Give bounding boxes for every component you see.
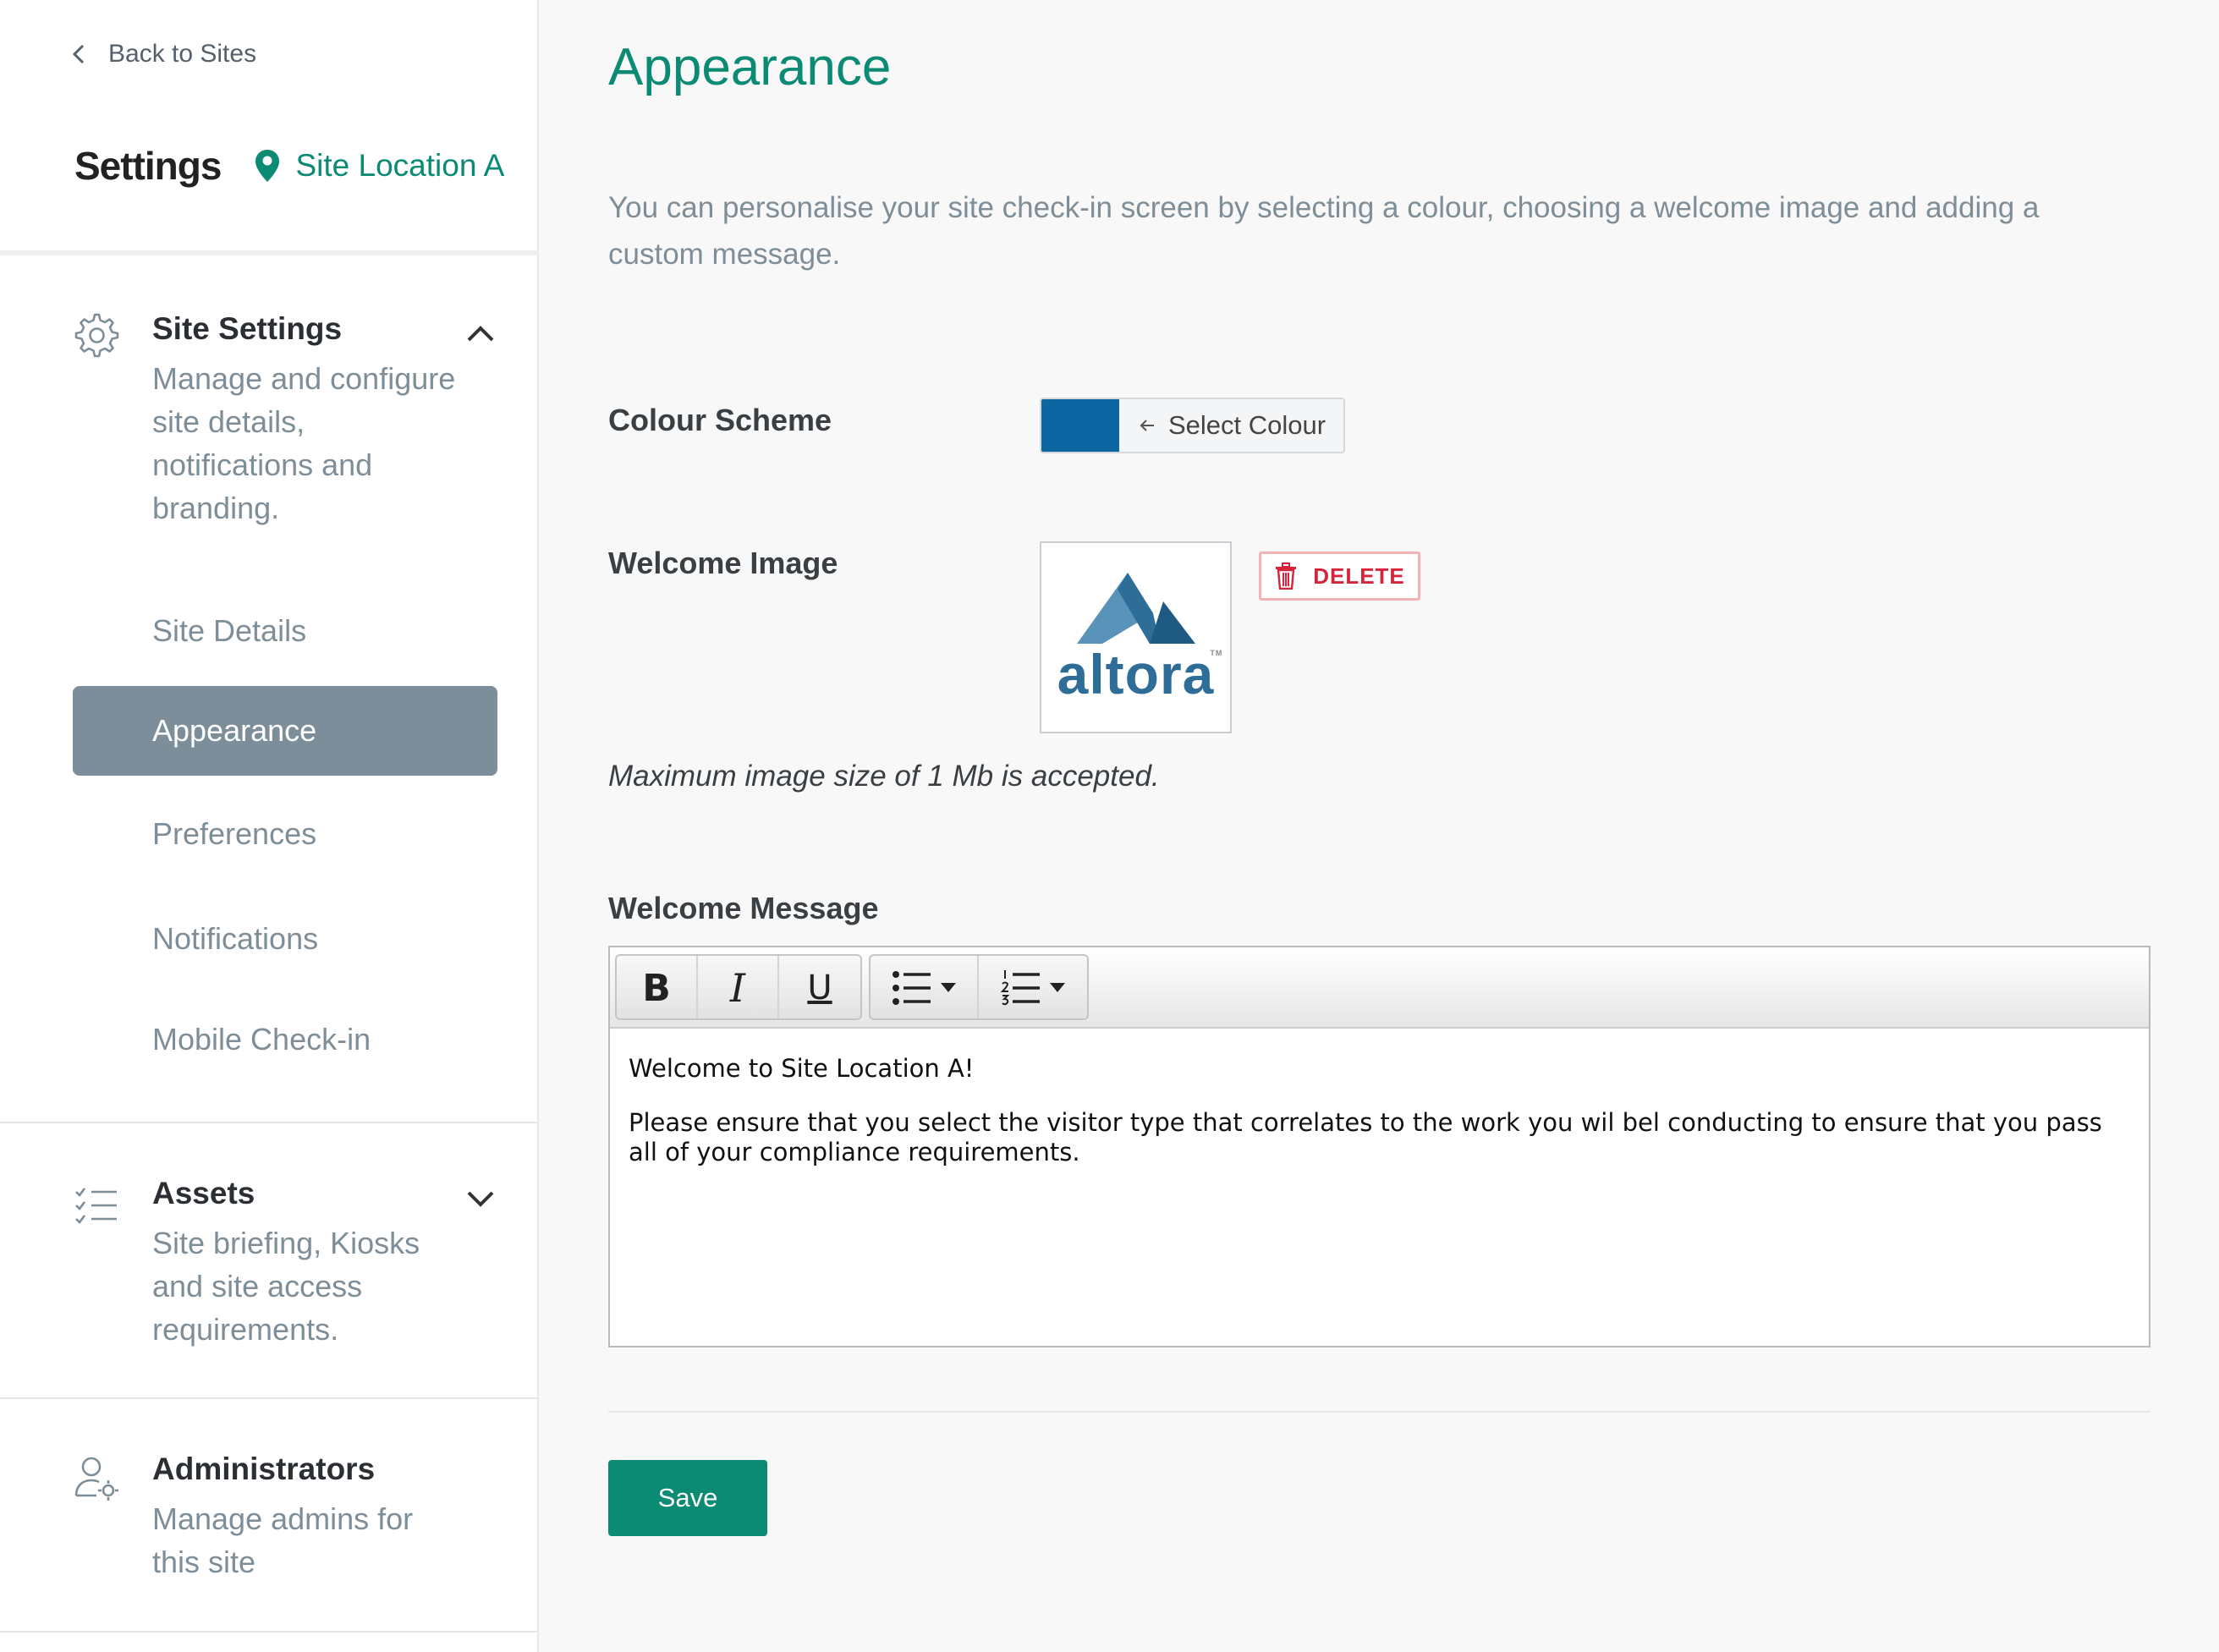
editor-content[interactable]: Welcome to Site Location A! Please ensur… [610, 1029, 2149, 1217]
site-location: Site Location A [255, 148, 504, 184]
user-settings-icon [74, 1457, 118, 1501]
gear-icon [74, 313, 119, 358]
bullet-list-button[interactable] [871, 956, 979, 1018]
sidebar: Back to Sites Settings Site Location A S… [0, 0, 539, 1652]
site-settings-description: Manage and configure site details, notif… [152, 361, 456, 525]
delete-image-button[interactable]: DELETE [1259, 552, 1420, 601]
back-to-sites-label: Back to Sites [108, 40, 257, 68]
arrow-left-icon [1140, 420, 1154, 431]
assets-title: Assets [152, 1176, 255, 1210]
logo-trademark: TM [1210, 648, 1223, 657]
sidebar-divider [0, 250, 539, 255]
administrators-title: Administrators [152, 1452, 376, 1486]
assets-section[interactable]: Assets Site briefing, Kiosks and site ac… [0, 1176, 539, 1379]
welcome-image-preview[interactable]: altora TM [1040, 541, 1232, 733]
numbered-list-icon [1001, 970, 1040, 1006]
chevron-up-icon[interactable] [464, 320, 497, 345]
underline-button[interactable]: U [779, 956, 860, 1018]
back-to-sites-link[interactable]: Back to Sites [71, 37, 256, 71]
app: Back to Sites Settings Site Location A S… [0, 0, 2219, 1652]
list-group [869, 954, 1089, 1020]
sidebar-item-label: Site Details [152, 613, 307, 648]
sidebar-item-label: Preferences [152, 816, 317, 851]
caret-down-icon [1050, 983, 1065, 992]
select-colour-button[interactable]: Select Colour [1040, 398, 1345, 453]
save-button[interactable]: Save [608, 1460, 767, 1536]
chevron-down-icon[interactable] [464, 1186, 497, 1211]
image-size-note: Maximum image size of 1 Mb is accepted. [608, 760, 1160, 793]
numbered-list-button[interactable] [979, 956, 1087, 1018]
sidebar-item-mobile-check-in[interactable]: Mobile Check-in [73, 995, 497, 1084]
settings-title: Settings [74, 144, 222, 188]
assets-description: Site briefing, Kiosks and site access re… [152, 1226, 420, 1347]
administrators-section[interactable]: Administrators Manage admins for this si… [0, 1452, 539, 1621]
message-line-2: Please ensure that you select the visito… [629, 1108, 2102, 1166]
sidebar-item-label: Mobile Check-in [152, 1022, 371, 1057]
welcome-message-editor: B I U Welcome to Site Location A! Please… [608, 946, 2150, 1347]
italic-button[interactable]: I [698, 956, 779, 1018]
checklist-icon [75, 1188, 117, 1224]
chevron-left-icon [72, 44, 85, 64]
page-intro: You can personalise your site check-in s… [608, 191, 2040, 271]
bullet-list-icon [893, 971, 931, 1005]
delete-label: DELETE [1313, 563, 1405, 589]
welcome-message-label: Welcome Message [608, 891, 879, 925]
site-settings-title: Site Settings [152, 311, 343, 346]
site-settings-section: Site Settings Manage and configure site … [0, 305, 539, 541]
editor-toolbar: B I U [610, 947, 2149, 1029]
sidebar-divider [0, 1397, 539, 1399]
sidebar-item-label: Notifications [152, 921, 319, 956]
administrators-description: Manage admins for this site [152, 1501, 414, 1579]
settings-header: Settings Site Location A [74, 140, 504, 191]
caret-down-icon [941, 983, 956, 992]
content-divider [608, 1411, 2150, 1413]
sidebar-item-appearance[interactable]: Appearance [73, 686, 497, 776]
page-title: Appearance [608, 38, 892, 96]
sidebar-item-notifications[interactable]: Notifications [73, 894, 497, 984]
map-pin-icon [255, 150, 280, 182]
trash-icon [1276, 563, 1297, 590]
colour-scheme-label: Colour Scheme [608, 403, 832, 437]
sidebar-item-site-details[interactable]: Site Details [73, 586, 497, 676]
message-line-1: Welcome to Site Location A! [629, 1054, 975, 1083]
sidebar-divider [0, 1122, 539, 1123]
welcome-image-label: Welcome Image [608, 546, 838, 580]
altora-logo-icon [1076, 572, 1195, 644]
colour-swatch [1041, 399, 1119, 452]
bold-button[interactable]: B [617, 956, 698, 1018]
site-location-label: Site Location A [295, 148, 505, 183]
sidebar-item-label: Appearance [152, 713, 317, 748]
sidebar-item-preferences[interactable]: Preferences [73, 789, 497, 879]
format-group: B I U [615, 954, 862, 1020]
sidebar-divider [0, 1631, 539, 1633]
logo-text: altora [1057, 642, 1215, 705]
select-colour-label: Select Colour [1168, 410, 1326, 440]
